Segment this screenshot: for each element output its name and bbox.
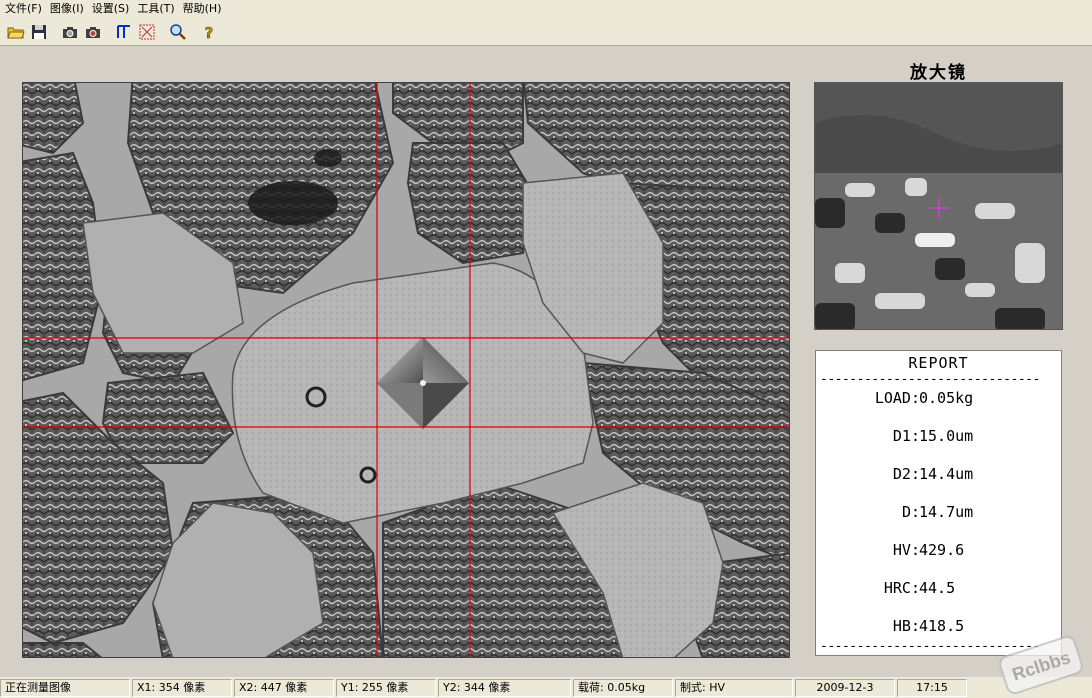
- report-row-d2: D2: 14.4um: [816, 465, 1063, 485]
- report-divider: ------------------------------: [820, 374, 1040, 386]
- report-row-hb: HB: 418.5: [816, 617, 1063, 637]
- report-panel: REPORT ------------------------------ LO…: [815, 350, 1062, 656]
- menu-settings[interactable]: 设置(S): [90, 1, 136, 17]
- microscope-image[interactable]: [22, 82, 790, 658]
- report-title: REPORT: [908, 354, 969, 372]
- menu-image[interactable]: 图像(I): [48, 1, 90, 17]
- report-label: D:: [901, 503, 920, 521]
- report-value: 44.5: [919, 579, 956, 597]
- report-row-d: D: 14.7um: [816, 503, 1063, 523]
- open-folder-icon[interactable]: [5, 21, 27, 43]
- magnifier-title: 放大镜: [910, 63, 967, 83]
- camera-icon[interactable]: [59, 21, 81, 43]
- toolbar: ?: [0, 18, 1092, 46]
- report-label: D2:: [892, 465, 920, 483]
- svg-text:?: ?: [205, 24, 214, 41]
- menu-tools[interactable]: 工具(T): [135, 1, 180, 17]
- menu-bar: 文件(F) 图像(I) 设置(S) 工具(T) 帮助(H): [0, 0, 1092, 18]
- save-disk-icon[interactable]: [28, 21, 50, 43]
- report-value: 429.6: [919, 541, 965, 559]
- status-time: 17:15: [897, 678, 967, 697]
- report-value: 0.05kg: [919, 389, 974, 407]
- report-row-d1: D1: 15.0um: [816, 427, 1063, 447]
- report-value: 418.5: [919, 617, 965, 635]
- help-icon[interactable]: ?: [198, 21, 220, 43]
- report-value: 14.7um: [919, 503, 974, 521]
- grid-tool-icon[interactable]: [136, 21, 158, 43]
- status-standard: 制式: HV: [675, 678, 793, 697]
- report-label: HB:: [892, 617, 920, 635]
- menu-help[interactable]: 帮助(H): [181, 1, 228, 17]
- status-y2: Y2: 344 像素: [438, 678, 571, 697]
- report-row-hv: HV: 429.6: [816, 541, 1063, 561]
- status-y1: Y1: 255 像素: [336, 678, 436, 697]
- measure-tool-icon[interactable]: [113, 21, 135, 43]
- magnifier-view: [814, 82, 1063, 330]
- report-value: 15.0um: [919, 427, 974, 445]
- report-label: D1:: [892, 427, 920, 445]
- status-x2: X2: 447 像素: [234, 678, 334, 697]
- report-label: HV:: [892, 541, 920, 559]
- status-bar: 正在测量图像 X1: 354 像素 X2: 447 像素 Y1: 255 像素 …: [0, 677, 1092, 698]
- camera-capture-icon[interactable]: [82, 21, 104, 43]
- status-x1: X1: 354 像素: [132, 678, 232, 697]
- report-label: LOAD:: [874, 389, 920, 407]
- status-date: 2009-12-3: [795, 678, 895, 697]
- status-load: 载荷: 0.05kg: [573, 678, 673, 697]
- magnifier-icon[interactable]: [167, 21, 189, 43]
- report-row-load: LOAD: 0.05kg: [816, 389, 1063, 409]
- report-value: 14.4um: [919, 465, 974, 483]
- status-state: 正在测量图像: [0, 678, 130, 697]
- report-label: HRC:: [883, 579, 920, 597]
- menu-file[interactable]: 文件(F): [3, 1, 48, 17]
- report-row-hrc: HRC: 44.5: [816, 579, 1063, 599]
